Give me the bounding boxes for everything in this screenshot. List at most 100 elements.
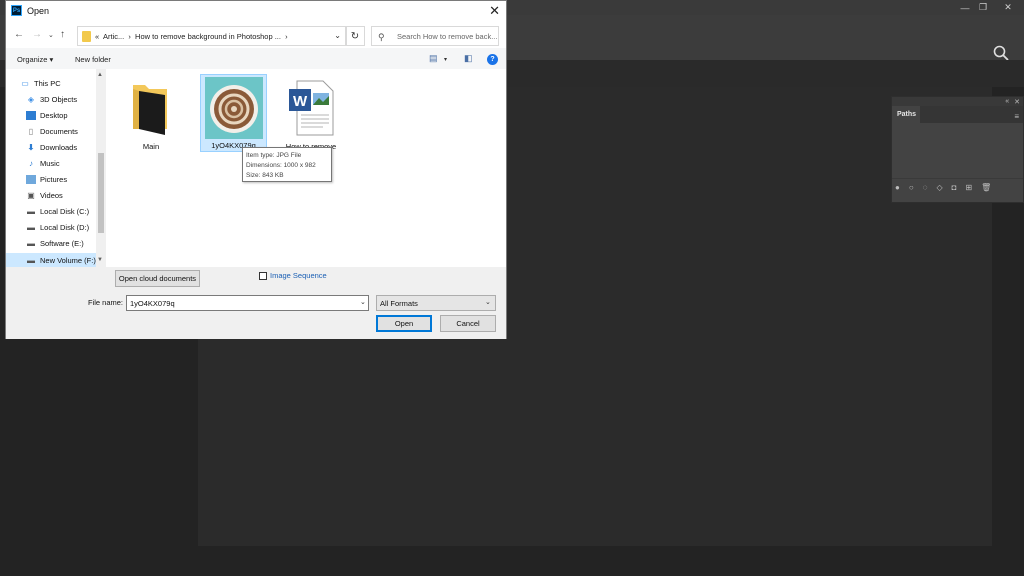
search-icon: ⚲ (378, 32, 385, 42)
preview-pane-icon[interactable]: ◧ (464, 53, 473, 64)
sidebar-item-label: Local Disk (C:) (40, 206, 90, 216)
breadcrumb-separator[interactable]: › (285, 32, 288, 41)
documents-icon: ▯ (28, 126, 34, 136)
panel-menu-icon[interactable]: ≡ (1014, 112, 1019, 121)
make-work-path-icon[interactable]: ◇ (936, 183, 942, 192)
collapse-icon[interactable]: « (1005, 98, 1009, 105)
sidebar-item-new-volume-f[interactable]: ▬ New Volume (F:) (6, 253, 96, 267)
close-window-icon[interactable]: ✕ (998, 0, 1018, 15)
drive-icon: ▬ (27, 238, 35, 248)
sidebar-item-documents[interactable]: ▯ Documents (26, 124, 78, 138)
pc-icon: ▭ (21, 78, 29, 88)
open-dialog: Ps Open ✕ ← → ⌄ ↑ « Artic... › How to re… (5, 0, 507, 339)
dialog-titlebar: Ps Open ✕ (6, 1, 506, 22)
organize-button[interactable]: Organize ▾ (17, 55, 53, 64)
sidebar-item-label: Local Disk (D:) (40, 222, 90, 232)
sidebar-item-videos[interactable]: ▣ Videos (26, 188, 63, 202)
folder-icon (82, 31, 91, 42)
paths-footer: ● ○ ◌ ◇ ◘ ⊞ 🗑 (892, 178, 1023, 196)
videos-icon: ▣ (27, 190, 35, 200)
tooltip-item-type: Item type: JPG File (246, 152, 302, 159)
restore-icon[interactable]: ❐ (973, 0, 993, 15)
scroll-up-icon[interactable]: ▲ (97, 72, 103, 78)
view-options-icon[interactable]: ▤ (429, 53, 438, 64)
list-item[interactable]: Main (126, 79, 176, 153)
command-bar: Organize ▾ New folder ▤ ▾ ◧ ? (6, 48, 506, 69)
view-dropdown-icon[interactable]: ▾ (444, 56, 447, 63)
sidebar-item-label: This PC (34, 78, 61, 88)
drive-icon: ▬ (27, 255, 35, 265)
chevron-down-icon[interactable]: ⌄ (485, 298, 491, 306)
up-arrow-icon[interactable]: ↑ (60, 29, 65, 40)
paths-panel: « ✕ Paths ≡ ● ○ ◌ ◇ ◘ ⊞ 🗑 (891, 96, 1024, 203)
sidebar-item-local-disk-c[interactable]: ▬ Local Disk (C:) (26, 204, 89, 218)
sidebar-item-desktop[interactable]: Desktop (26, 108, 68, 122)
image-sequence-option[interactable]: Image Sequence (259, 271, 327, 280)
cancel-button[interactable]: Cancel (440, 315, 496, 332)
folder-icon (133, 85, 167, 135)
sidebar-item-label: Downloads (40, 142, 78, 152)
sidebar-item-label: Desktop (40, 110, 68, 120)
chevron-down-icon[interactable]: ⌄ (360, 298, 366, 306)
refresh-button[interactable]: ↻ (345, 26, 365, 46)
image-sequence-label[interactable]: Image Sequence (270, 271, 327, 280)
paths-list (892, 123, 1023, 178)
delete-path-icon[interactable]: 🗑 (981, 183, 991, 192)
sidebar-item-local-disk-d[interactable]: ▬ Local Disk (D:) (26, 220, 89, 234)
file-name: Main (142, 142, 160, 151)
scroll-down-icon[interactable]: ▼ (97, 257, 103, 263)
refresh-icon: ↻ (350, 30, 360, 42)
file-tooltip: Item type: JPG File Dimensions: 1000 x 9… (242, 147, 332, 182)
open-button[interactable]: Open (376, 315, 432, 332)
breadcrumb-item-current[interactable]: How to remove background in Photoshop ..… (135, 32, 281, 41)
new-folder-button[interactable]: New folder (75, 55, 111, 64)
file-name-label: File name: (88, 298, 124, 307)
sidebar-item-pictures[interactable]: Pictures (26, 172, 67, 186)
image-sequence-checkbox[interactable] (259, 271, 267, 280)
recent-locations-chevron-icon[interactable]: ⌄ (48, 31, 54, 39)
file-name-field[interactable]: 1yO4KX079q (126, 295, 369, 311)
list-item[interactable]: 1yO4KX079q (200, 74, 267, 152)
minimize-icon[interactable]: — (955, 0, 975, 15)
sidebar-item-this-pc[interactable]: ▭ This PC (20, 76, 61, 90)
drive-icon: ▬ (27, 206, 35, 216)
forward-arrow-icon[interactable]: → (32, 29, 42, 40)
dialog-footer: Open cloud documents Image Sequence File… (6, 267, 506, 339)
sidebar-item-downloads[interactable]: ⬇ Downloads (26, 140, 77, 154)
help-icon[interactable]: ? (487, 54, 498, 65)
image-thumbnail (204, 77, 263, 139)
file-format-select[interactable]: All Formats (376, 295, 496, 311)
address-bar[interactable]: « Artic... › How to remove background in… (77, 26, 347, 46)
word-document-icon: W (289, 80, 334, 136)
navigation-row: ← → ⌄ ↑ « Artic... › How to remove backg… (6, 22, 506, 48)
sidebar-item-label: Videos (40, 190, 63, 200)
search-icon[interactable] (993, 45, 1009, 61)
close-panel-icon[interactable]: ✕ (1014, 98, 1020, 106)
stroke-path-icon[interactable]: ○ (909, 183, 914, 192)
tab-paths[interactable]: Paths (892, 106, 920, 123)
address-dropdown-icon[interactable]: ⌄ (334, 31, 341, 40)
downloads-icon: ⬇ (27, 142, 35, 152)
breadcrumb-separator[interactable]: › (128, 32, 131, 41)
panel-tab-row: Paths ≡ (892, 106, 1023, 123)
load-selection-icon[interactable]: ◌ (923, 183, 928, 192)
sidebar-item-label: Software (E:) (40, 238, 84, 248)
scrollbar-thumb[interactable] (98, 153, 104, 233)
new-path-icon[interactable]: ⊞ (965, 183, 972, 192)
breadcrumb-item-articles[interactable]: Artic... (103, 32, 124, 41)
navigation-scrollbar[interactable]: ▲ ▼ (96, 69, 106, 267)
open-cloud-documents-button[interactable]: Open cloud documents (115, 270, 200, 287)
photoshop-app-icon: Ps (11, 5, 22, 16)
sidebar-item-3d-objects[interactable]: ◈ 3D Objects (26, 92, 77, 106)
sidebar-item-music[interactable]: ♪ Music (26, 156, 60, 170)
search-input[interactable]: ⚲ Search How to remove back... (371, 26, 499, 46)
sidebar-item-software-e[interactable]: ▬ Software (E:) (26, 236, 84, 250)
add-mask-icon[interactable]: ◘ (952, 183, 957, 192)
fill-path-icon[interactable]: ● (895, 183, 900, 192)
back-arrow-icon[interactable]: ← (14, 29, 24, 40)
breadcrumb-prefix[interactable]: « (95, 32, 99, 41)
desktop-icon (26, 110, 36, 120)
sidebar-item-label: New Volume (F:) (40, 255, 96, 265)
close-icon[interactable]: ✕ (489, 3, 500, 19)
svg-text:W: W (293, 93, 308, 110)
